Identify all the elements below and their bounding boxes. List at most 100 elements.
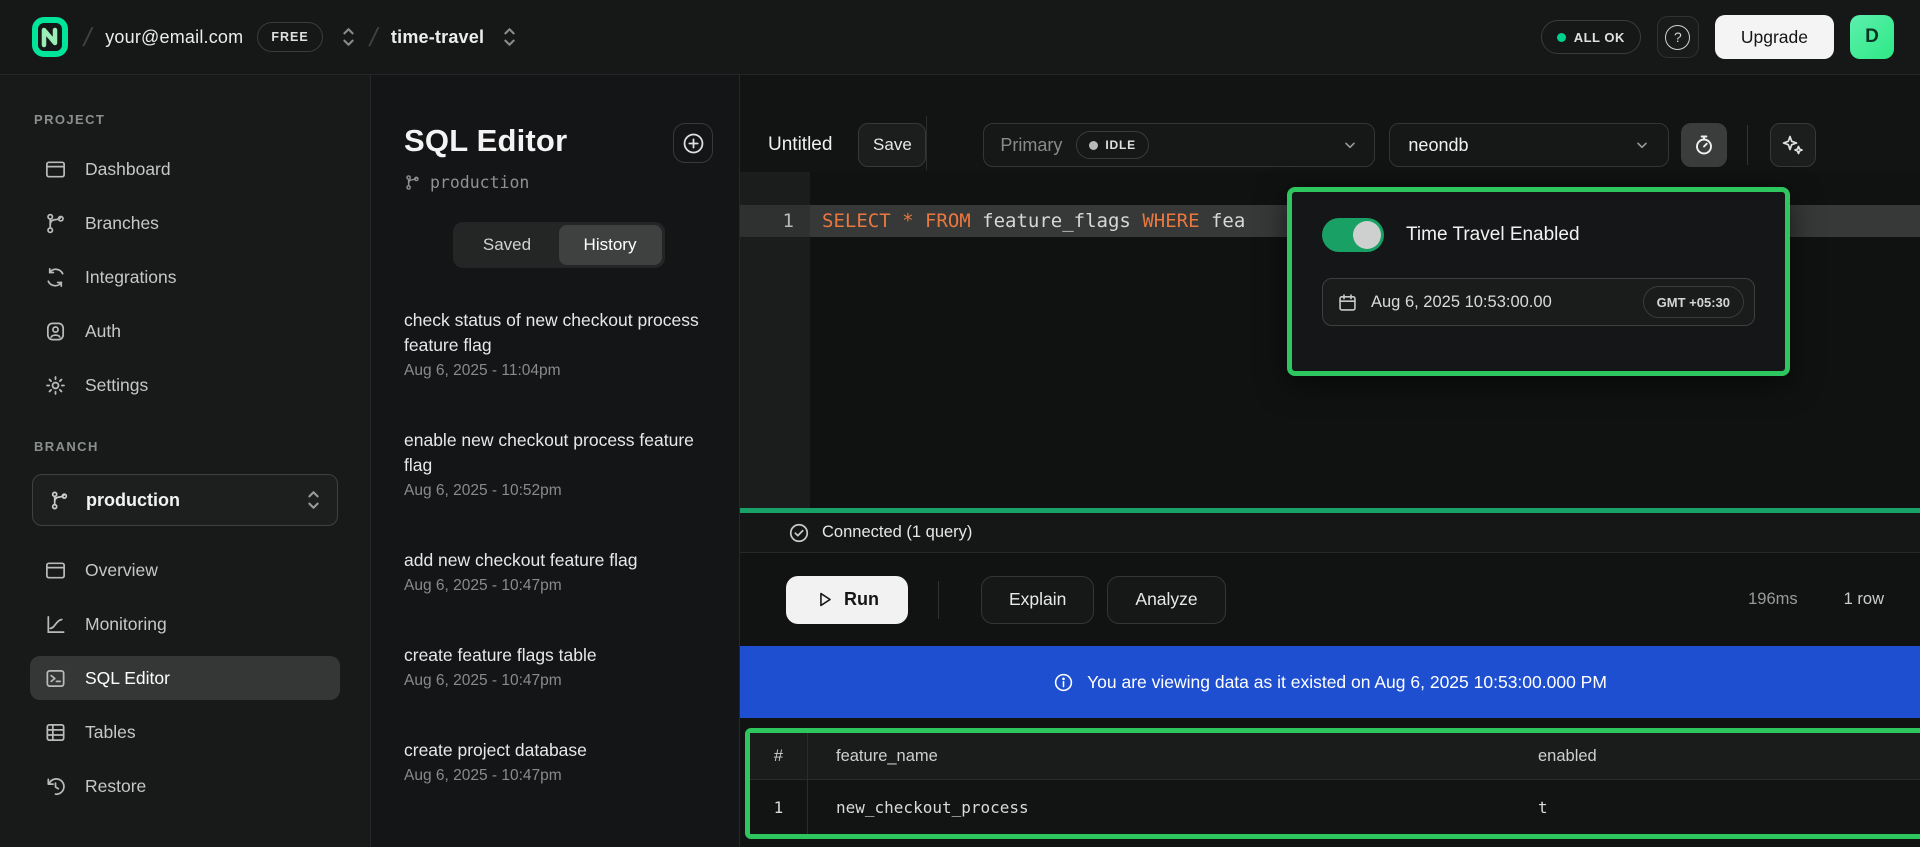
project-section-label: PROJECT: [34, 112, 340, 127]
sidebar-item-integrations[interactable]: Integrations: [30, 255, 340, 299]
help-button[interactable]: ?: [1657, 16, 1699, 58]
sidebar-item-monitoring[interactable]: Monitoring: [30, 602, 340, 646]
history-item[interactable]: create feature flags table Aug 6, 2025 -…: [404, 643, 704, 690]
compute-name: Primary: [1000, 135, 1062, 156]
history-item-date: Aug 6, 2025 - 10:52pm: [404, 482, 704, 500]
run-button[interactable]: Run: [786, 576, 908, 624]
sidebar-item-label: Tables: [85, 722, 136, 743]
run-label: Run: [844, 589, 879, 610]
neon-logo-icon[interactable]: [30, 15, 70, 59]
time-travel-banner: You are viewing data as it existed on Au…: [740, 646, 1920, 718]
sql-identifier: feature_flags: [971, 210, 1143, 232]
history-item-date: Aug 6, 2025 - 10:47pm: [404, 577, 704, 595]
time-travel-datetime-field[interactable]: Aug 6, 2025 10:53:00.00 GMT +05:30: [1322, 278, 1755, 326]
monitoring-icon: [44, 613, 68, 636]
ai-assist-button[interactable]: [1770, 123, 1816, 167]
account-switcher-chevrons-icon[interactable]: [341, 26, 356, 48]
tab-saved[interactable]: Saved: [456, 225, 559, 265]
time-travel-button[interactable]: [1681, 123, 1727, 167]
upgrade-button[interactable]: Upgrade: [1715, 15, 1834, 59]
panel-branch-name: production: [430, 173, 529, 192]
branch-icon: [49, 490, 71, 511]
project-name[interactable]: time-travel: [391, 27, 484, 48]
sidebar-item-label: Dashboard: [85, 159, 171, 180]
question-icon: ?: [1665, 25, 1690, 50]
breadcrumb: / your@email.com FREE / time-travel: [30, 15, 517, 59]
query-metrics: 196ms 1 row: [1748, 590, 1884, 609]
saved-history-tabs: Saved History: [453, 222, 665, 268]
info-icon: [1053, 672, 1074, 693]
new-query-button[interactable]: [673, 123, 713, 163]
branch-selector-chevrons-icon: [306, 489, 321, 511]
sidebar-item-tables[interactable]: Tables: [30, 710, 340, 754]
sidebar-item-restore[interactable]: Restore: [30, 764, 340, 808]
user-avatar[interactable]: D: [1850, 15, 1894, 59]
plan-badge: FREE: [257, 22, 322, 52]
analyze-button[interactable]: Analyze: [1107, 576, 1225, 624]
sparkles-icon: [1781, 133, 1805, 157]
system-status-pill[interactable]: ALL OK: [1541, 20, 1641, 54]
branch-section-label: BRANCH: [34, 439, 340, 454]
plus-circle-icon: [681, 131, 706, 156]
column-header-index: #: [750, 733, 808, 779]
history-item-title: enable new checkout process feature flag: [404, 428, 704, 478]
toolbar-divider: [1747, 125, 1748, 165]
sidebar-item-auth[interactable]: Auth: [30, 309, 340, 353]
sidebar-item-branches[interactable]: Branches: [30, 201, 340, 245]
sidebar-item-label: Settings: [85, 375, 148, 396]
connection-status-bar: Connected (1 query): [740, 513, 1920, 553]
chevron-down-icon: [1342, 137, 1358, 153]
status-label: ALL OK: [1574, 30, 1625, 45]
top-navbar: / your@email.com FREE / time-travel ALL …: [0, 0, 1920, 75]
sidebar-item-label: Restore: [85, 776, 146, 797]
results-table-header: # feature_name enabled: [750, 733, 1920, 780]
sidebar-item-dashboard[interactable]: Dashboard: [30, 147, 340, 191]
history-item[interactable]: enable new checkout process feature flag…: [404, 428, 704, 500]
time-travel-toggle[interactable]: [1322, 218, 1384, 252]
toggle-knob: [1353, 221, 1381, 249]
compute-selector[interactable]: Primary IDLE: [983, 123, 1375, 167]
restore-icon: [44, 775, 68, 798]
history-item-title: create project database: [404, 738, 704, 763]
sidebar-item-label: Overview: [85, 560, 158, 581]
results-table-zone: # feature_name enabled 1 new_checkout_pr…: [740, 718, 1920, 847]
auth-icon: [44, 320, 68, 343]
history-item-date: Aug 6, 2025 - 11:04pm: [404, 362, 704, 380]
sidebar-item-overview[interactable]: Overview: [30, 548, 340, 592]
sidebar-item-settings[interactable]: Settings: [30, 363, 340, 407]
toolbar-divider: [926, 116, 927, 170]
sidebar: PROJECT Dashboard Branches Integrations: [0, 75, 370, 847]
topbar-actions: ALL OK ? Upgrade D: [1541, 15, 1894, 59]
branch-icon: [404, 174, 421, 191]
history-item[interactable]: create project database Aug 6, 2025 - 10…: [404, 738, 704, 785]
sidebar-item-label: Monitoring: [85, 614, 167, 635]
explain-button[interactable]: Explain: [981, 576, 1094, 624]
history-item-title: add new checkout feature flag: [404, 548, 704, 573]
check-circle-icon: [788, 522, 810, 544]
database-selector[interactable]: neondb: [1389, 123, 1669, 167]
column-header-enabled: enabled: [1538, 747, 1920, 766]
history-item-date: Aug 6, 2025 - 10:47pm: [404, 672, 704, 690]
actions-divider: [938, 581, 939, 619]
account-email[interactable]: your@email.com: [105, 27, 243, 48]
branch-selector[interactable]: production: [32, 474, 338, 526]
connection-status-text: Connected (1 query): [822, 523, 972, 542]
tab-history[interactable]: History: [559, 225, 662, 265]
history-item-date: Aug 6, 2025 - 10:47pm: [404, 767, 704, 785]
history-item[interactable]: check status of new checkout process fea…: [404, 308, 704, 380]
query-tab-title[interactable]: Untitled: [768, 123, 832, 167]
save-button[interactable]: Save: [858, 123, 926, 167]
datetime-value: Aug 6, 2025 10:53:00.00: [1371, 293, 1643, 312]
sql-keyword: WHERE: [1142, 210, 1199, 232]
sidebar-item-label: SQL Editor: [85, 668, 170, 689]
chevron-down-icon: [1634, 137, 1650, 153]
history-list: check status of new checkout process fea…: [404, 308, 713, 785]
dashboard-icon: [44, 158, 68, 181]
play-icon: [815, 590, 834, 609]
compute-status-pill: IDLE: [1076, 131, 1149, 159]
project-switcher-chevrons-icon[interactable]: [502, 26, 517, 48]
sidebar-item-sql-editor[interactable]: SQL Editor: [30, 656, 340, 700]
history-item[interactable]: add new checkout feature flag Aug 6, 202…: [404, 548, 704, 595]
row-count: 1 row: [1844, 590, 1884, 609]
cell-row-index: 1: [750, 780, 808, 834]
